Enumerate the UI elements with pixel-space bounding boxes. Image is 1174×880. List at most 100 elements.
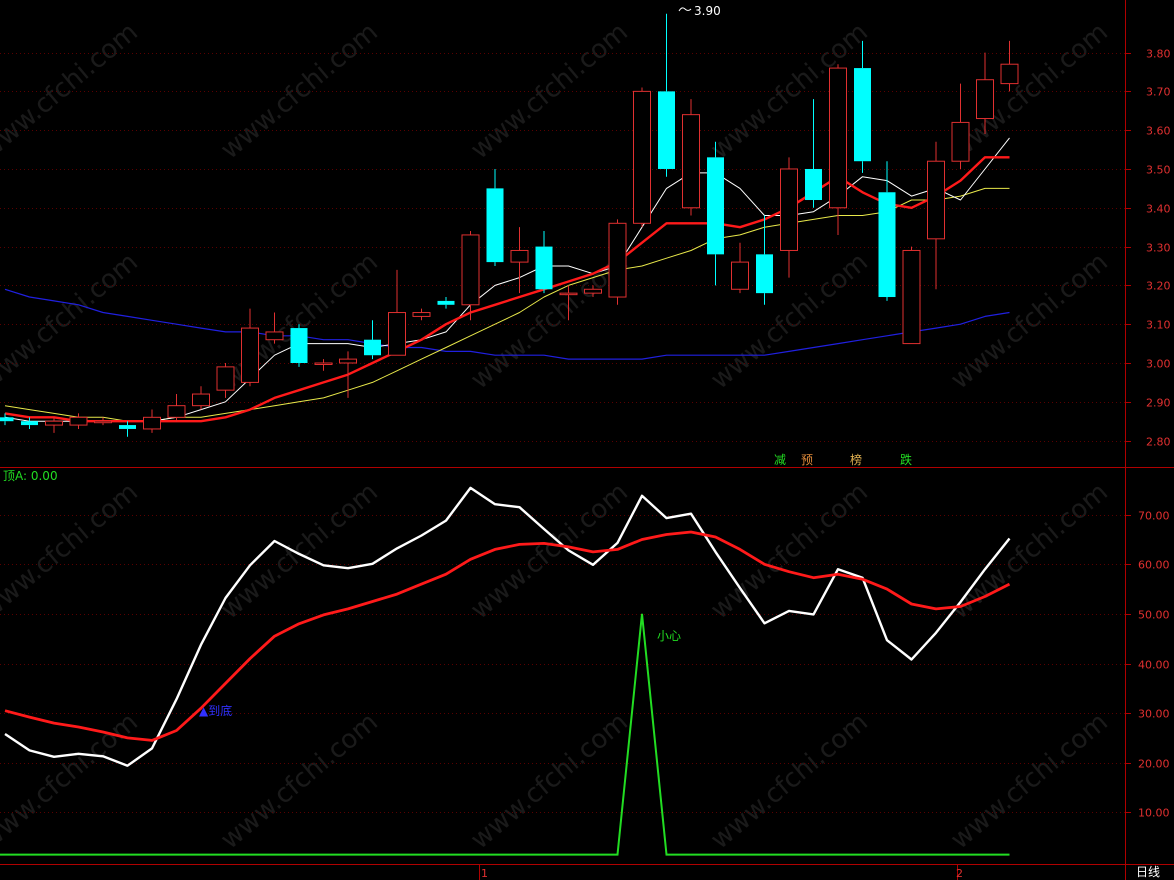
candle xyxy=(143,409,161,433)
candle xyxy=(364,320,381,360)
candle xyxy=(21,417,38,429)
candle-body-up xyxy=(510,249,529,263)
high-price-label: 3.90 xyxy=(694,4,721,18)
price-tick-label: 3.50 xyxy=(1146,164,1171,177)
stock-chart: www.cfchi.com www.cfchi.com www.cfchi.com w… xyxy=(0,0,1174,880)
candle xyxy=(339,351,357,398)
candle-body-up xyxy=(559,292,578,296)
annotation-bottom: ▲到底 xyxy=(199,703,232,718)
candle-body-up xyxy=(314,362,333,365)
candle-body-down xyxy=(0,417,14,422)
marker-jian: 减 xyxy=(774,453,786,467)
candle-body-down xyxy=(535,246,553,290)
candle xyxy=(119,421,136,437)
candle-body-up xyxy=(951,121,970,162)
watermark-text: www.cfchi.com xyxy=(215,477,384,625)
candle xyxy=(805,99,822,208)
period-label: 日线 xyxy=(1136,865,1160,879)
ma-mid-line xyxy=(4,156,1010,423)
candle xyxy=(388,269,406,356)
osc-tick-label: 10.00 xyxy=(1138,807,1170,820)
candle xyxy=(902,246,921,345)
high-marker-icon xyxy=(678,7,692,12)
candle-body-down xyxy=(437,300,455,305)
candle-body-up xyxy=(461,234,480,306)
osc-tick-label: 50.00 xyxy=(1138,609,1170,622)
candle-body-up xyxy=(608,222,627,298)
oscillator-title: 顶A: 0.00 xyxy=(3,469,58,483)
watermark-text: www.cfchi.com xyxy=(0,17,144,165)
candle xyxy=(854,40,871,173)
candle-body-up xyxy=(412,312,431,317)
candle xyxy=(951,83,970,169)
candle xyxy=(192,386,210,410)
candle-body-down xyxy=(854,68,871,162)
candle-body-up xyxy=(94,420,112,424)
candle-body-up xyxy=(192,393,210,407)
price-tick-label: 3.00 xyxy=(1146,358,1171,371)
candle-body-down xyxy=(364,339,381,356)
candle-body-down xyxy=(658,91,675,169)
price-tick-label: 3.40 xyxy=(1146,203,1171,216)
annotation-careful: 小心 xyxy=(657,629,681,643)
watermark-text: www.cfchi.com xyxy=(945,707,1114,855)
candle xyxy=(1000,40,1019,92)
candle xyxy=(486,168,504,266)
candle xyxy=(633,87,651,228)
price-axis-ticks: 3.80 3.70 3.60 3.50 3.40 3.30 3.20 3.10 3.00 2.90… xyxy=(1125,48,1171,449)
candle-body-up xyxy=(69,416,88,426)
osc-tick-label: 30.00 xyxy=(1138,708,1170,721)
candle xyxy=(167,394,186,422)
candle-body-up xyxy=(216,366,235,391)
candle xyxy=(682,99,700,216)
candle xyxy=(731,242,749,294)
marker-yu: 预 xyxy=(801,453,813,467)
watermark-layer: www.cfchi.com www.cfchi.com www.cfchi.com w… xyxy=(0,17,1114,855)
osc-tick-label: 20.00 xyxy=(1138,758,1170,771)
x-label-1: 1 xyxy=(481,867,488,880)
candle xyxy=(658,13,675,177)
candle xyxy=(314,359,333,371)
candle xyxy=(241,308,259,387)
watermark-text: www.cfchi.com xyxy=(705,707,874,855)
x-label-2: 2 xyxy=(956,867,963,880)
price-tick-label: 3.20 xyxy=(1146,280,1171,293)
candle xyxy=(535,231,553,294)
candle xyxy=(707,141,724,286)
candle-body-down xyxy=(756,254,773,294)
candle-body-up xyxy=(902,249,921,345)
candle-body-up xyxy=(167,405,186,418)
candle-body-up xyxy=(682,114,700,209)
price-tick-label: 3.30 xyxy=(1146,242,1171,255)
candle xyxy=(829,64,847,235)
candle-body-up xyxy=(1000,63,1019,85)
candle-body-up xyxy=(829,67,847,209)
candle xyxy=(437,297,455,309)
osc-slow-line xyxy=(4,530,1011,742)
candle-body-up xyxy=(633,90,651,224)
candle xyxy=(45,417,63,433)
price-tick-label: 3.10 xyxy=(1146,319,1171,332)
osc-tick-label: 70.00 xyxy=(1138,510,1170,523)
marker-die: 跌 xyxy=(900,452,912,467)
candle-body-down xyxy=(486,188,504,263)
candle-body-down xyxy=(805,168,822,201)
candle xyxy=(69,413,88,429)
candle-body-up xyxy=(388,312,406,356)
candle-body-up xyxy=(584,288,602,294)
candle-body-up xyxy=(731,261,749,290)
marker-bang: 榜 xyxy=(850,452,862,467)
candle-body-up xyxy=(976,79,994,120)
candle xyxy=(780,157,798,278)
candle-body-down xyxy=(707,157,724,255)
candle-body-up xyxy=(45,420,63,426)
watermark-text: www.cfchi.com xyxy=(465,707,634,855)
watermark-text: www.cfchi.com xyxy=(0,707,144,855)
candle-body-up xyxy=(241,327,259,383)
price-tick-label: 2.80 xyxy=(1146,436,1171,449)
candle xyxy=(878,161,896,301)
price-tick-label: 2.90 xyxy=(1146,397,1171,410)
watermark-text: www.cfchi.com xyxy=(705,247,874,395)
price-tick-label: 3.60 xyxy=(1146,125,1171,138)
candle-body-up xyxy=(339,358,357,364)
